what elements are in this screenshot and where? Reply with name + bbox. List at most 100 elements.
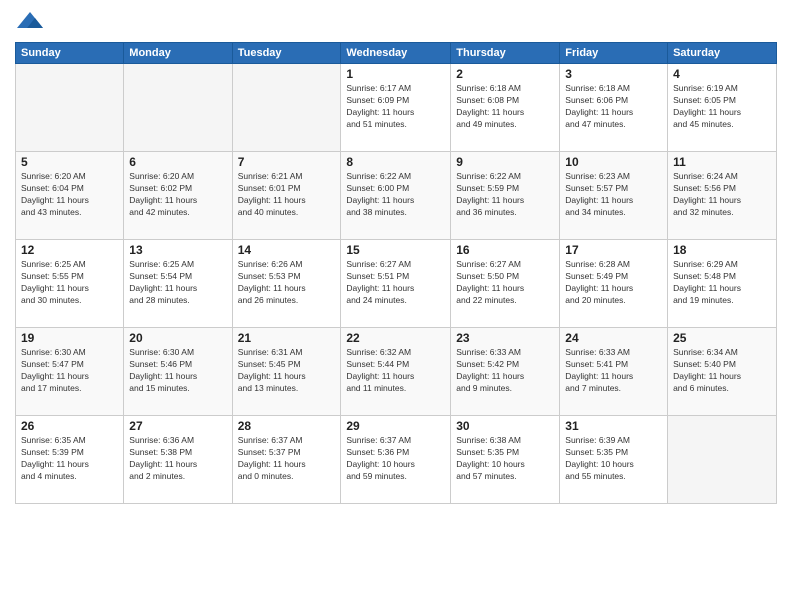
day-cell: 1 Sunrise: 6:17 AMSunset: 6:09 PMDaylight… [341, 64, 451, 152]
day-info: Sunrise: 6:35 AMSunset: 5:39 PMDaylight:… [21, 435, 118, 483]
day-cell: 26 Sunrise: 6:35 AMSunset: 5:39 PMDayligh… [16, 416, 124, 504]
day-cell: 5 Sunrise: 6:20 AMSunset: 6:04 PMDaylight… [16, 152, 124, 240]
day-number: 5 [21, 155, 118, 169]
day-info: Sunrise: 6:30 AMSunset: 5:47 PMDaylight:… [21, 347, 118, 395]
day-cell: 12Sunrise: 6:25 AMSunset: 5:55 PMDayligh… [16, 240, 124, 328]
day-number: 3 [565, 67, 662, 81]
day-number: 10 [565, 155, 662, 169]
day-cell [124, 64, 232, 152]
day-number: 28 [238, 419, 336, 433]
day-info: Sunrise: 6:25 AMSunset: 5:55 PMDaylight:… [21, 259, 118, 307]
day-info: Sunrise: 6:26 AMSunset: 5:53 PMDaylight:… [238, 259, 336, 307]
day-cell: 21 Sunrise: 6:31 AMSunset: 5:45 PMDayligh… [232, 328, 341, 416]
day-cell [668, 416, 777, 504]
day-cell: 4Sunrise: 6:19 AMSunset: 6:05 PMDaylight… [668, 64, 777, 152]
day-cell [232, 64, 341, 152]
week-row-2: 5 Sunrise: 6:20 AMSunset: 6:04 PMDaylight… [16, 152, 777, 240]
day-cell: 20Sunrise: 6:30 AMSunset: 5:46 PMDayligh… [124, 328, 232, 416]
day-info: Sunrise: 6:39 AMSunset: 5:35 PMDaylight:… [565, 435, 662, 483]
day-number: 8 [346, 155, 445, 169]
day-cell: 25Sunrise: 6:34 AMSunset: 5:40 PMDayligh… [668, 328, 777, 416]
day-info: Sunrise: 6:28 AMSunset: 5:49 PMDaylight:… [565, 259, 662, 307]
day-number: 17 [565, 243, 662, 257]
day-cell: 13 Sunrise: 6:25 AMSunset: 5:54 PMDayligh… [124, 240, 232, 328]
day-info: Sunrise: 6:30 AMSunset: 5:46 PMDaylight:… [129, 347, 226, 395]
day-cell: 7Sunrise: 6:21 AMSunset: 6:01 PMDaylight… [232, 152, 341, 240]
day-info: Sunrise: 6:32 AMSunset: 5:44 PMDaylight:… [346, 347, 445, 395]
day-info: Sunrise: 6:31 AMSunset: 5:45 PMDaylight:… [238, 347, 336, 395]
day-info: Sunrise: 6:21 AMSunset: 6:01 PMDaylight:… [238, 171, 336, 219]
day-number: 1 [346, 67, 445, 81]
day-cell: 15 Sunrise: 6:27 AMSunset: 5:51 PMDayligh… [341, 240, 451, 328]
day-info: Sunrise: 6:27 AMSunset: 5:51 PMDaylight:… [346, 259, 445, 307]
col-header-sunday: Sunday [16, 43, 124, 64]
day-number: 29 [346, 419, 445, 433]
day-number: 6 [129, 155, 226, 169]
day-number: 22 [346, 331, 445, 345]
day-info: Sunrise: 6:33 AMSunset: 5:42 PMDaylight:… [456, 347, 554, 395]
week-row-3: 12Sunrise: 6:25 AMSunset: 5:55 PMDayligh… [16, 240, 777, 328]
day-number: 25 [673, 331, 771, 345]
col-header-thursday: Thursday [451, 43, 560, 64]
col-header-monday: Monday [124, 43, 232, 64]
day-info: Sunrise: 6:25 AMSunset: 5:54 PMDaylight:… [129, 259, 226, 307]
day-info: Sunrise: 6:37 AMSunset: 5:36 PMDaylight:… [346, 435, 445, 483]
day-number: 27 [129, 419, 226, 433]
day-number: 30 [456, 419, 554, 433]
day-number: 11 [673, 155, 771, 169]
day-number: 13 [129, 243, 226, 257]
col-header-saturday: Saturday [668, 43, 777, 64]
day-info: Sunrise: 6:36 AMSunset: 5:38 PMDaylight:… [129, 435, 226, 483]
day-number: 24 [565, 331, 662, 345]
day-number: 9 [456, 155, 554, 169]
day-cell: 18 Sunrise: 6:29 AMSunset: 5:48 PMDayligh… [668, 240, 777, 328]
col-header-tuesday: Tuesday [232, 43, 341, 64]
header [15, 10, 777, 34]
day-info: Sunrise: 6:23 AMSunset: 5:57 PMDaylight:… [565, 171, 662, 219]
day-info: Sunrise: 6:24 AMSunset: 5:56 PMDaylight:… [673, 171, 771, 219]
day-number: 14 [238, 243, 336, 257]
week-row-5: 26 Sunrise: 6:35 AMSunset: 5:39 PMDayligh… [16, 416, 777, 504]
day-cell: 10 Sunrise: 6:23 AMSunset: 5:57 PMDayligh… [560, 152, 668, 240]
day-cell: 2 Sunrise: 6:18 AMSunset: 6:08 PMDaylight… [451, 64, 560, 152]
day-cell: 23 Sunrise: 6:33 AMSunset: 5:42 PMDayligh… [451, 328, 560, 416]
day-info: Sunrise: 6:33 AMSunset: 5:41 PMDaylight:… [565, 347, 662, 395]
day-number: 23 [456, 331, 554, 345]
day-cell: 19Sunrise: 6:30 AMSunset: 5:47 PMDayligh… [16, 328, 124, 416]
day-cell: 30Sunrise: 6:38 AMSunset: 5:35 PMDayligh… [451, 416, 560, 504]
calendar: SundayMondayTuesdayWednesdayThursdayFrid… [15, 42, 777, 504]
day-cell: 9 Sunrise: 6:22 AMSunset: 5:59 PMDaylight… [451, 152, 560, 240]
day-number: 16 [456, 243, 554, 257]
day-number: 2 [456, 67, 554, 81]
day-cell: 8Sunrise: 6:22 AMSunset: 6:00 PMDaylight… [341, 152, 451, 240]
col-header-friday: Friday [560, 43, 668, 64]
day-number: 21 [238, 331, 336, 345]
day-info: Sunrise: 6:18 AMSunset: 6:08 PMDaylight:… [456, 83, 554, 131]
day-info: Sunrise: 6:20 AMSunset: 6:04 PMDaylight:… [21, 171, 118, 219]
day-cell: 28 Sunrise: 6:37 AMSunset: 5:37 PMDayligh… [232, 416, 341, 504]
week-row-4: 19Sunrise: 6:30 AMSunset: 5:47 PMDayligh… [16, 328, 777, 416]
day-cell: 14 Sunrise: 6:26 AMSunset: 5:53 PMDayligh… [232, 240, 341, 328]
day-info: Sunrise: 6:27 AMSunset: 5:50 PMDaylight:… [456, 259, 554, 307]
day-info: Sunrise: 6:29 AMSunset: 5:48 PMDaylight:… [673, 259, 771, 307]
logo [15, 10, 49, 34]
day-number: 4 [673, 67, 771, 81]
day-cell: 29 Sunrise: 6:37 AMSunset: 5:36 PMDayligh… [341, 416, 451, 504]
day-number: 15 [346, 243, 445, 257]
day-cell: 16 Sunrise: 6:27 AMSunset: 5:50 PMDayligh… [451, 240, 560, 328]
day-cell: 24 Sunrise: 6:33 AMSunset: 5:41 PMDayligh… [560, 328, 668, 416]
day-cell: 27 Sunrise: 6:36 AMSunset: 5:38 PMDayligh… [124, 416, 232, 504]
day-number: 31 [565, 419, 662, 433]
day-info: Sunrise: 6:18 AMSunset: 6:06 PMDaylight:… [565, 83, 662, 131]
day-info: Sunrise: 6:37 AMSunset: 5:37 PMDaylight:… [238, 435, 336, 483]
day-info: Sunrise: 6:22 AMSunset: 5:59 PMDaylight:… [456, 171, 554, 219]
day-number: 18 [673, 243, 771, 257]
day-cell: 31 Sunrise: 6:39 AMSunset: 5:35 PMDayligh… [560, 416, 668, 504]
day-number: 26 [21, 419, 118, 433]
day-cell: 11 Sunrise: 6:24 AMSunset: 5:56 PMDayligh… [668, 152, 777, 240]
day-info: Sunrise: 6:20 AMSunset: 6:02 PMDaylight:… [129, 171, 226, 219]
day-info: Sunrise: 6:17 AMSunset: 6:09 PMDaylight:… [346, 83, 445, 131]
logo-icon [15, 10, 45, 34]
day-cell [16, 64, 124, 152]
week-row-1: 1 Sunrise: 6:17 AMSunset: 6:09 PMDaylight… [16, 64, 777, 152]
